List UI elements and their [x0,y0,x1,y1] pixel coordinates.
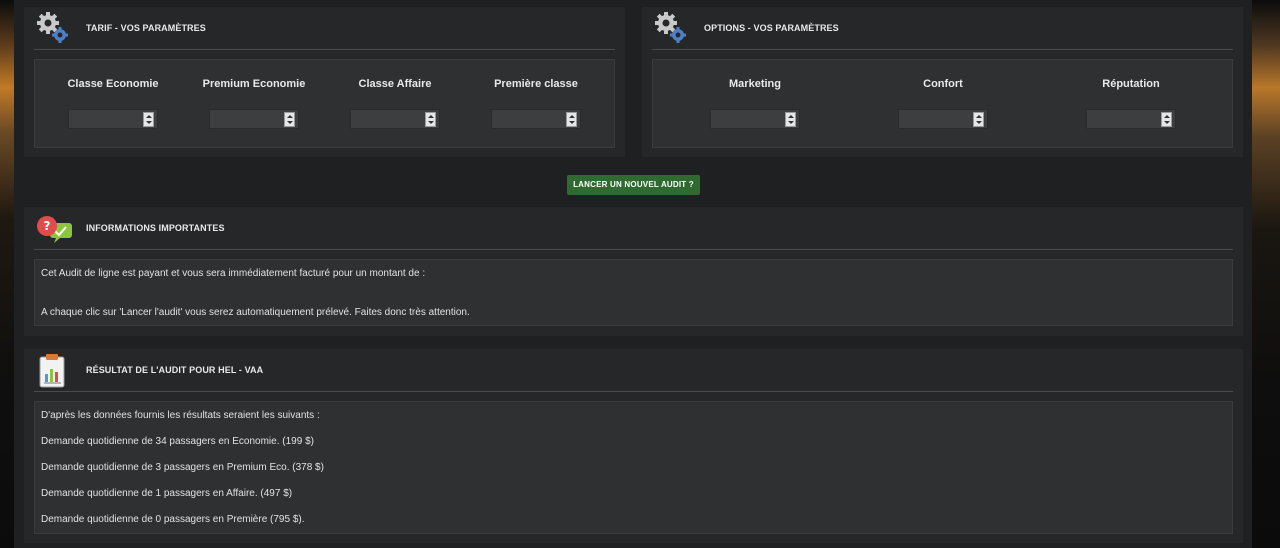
options-panel: OPTIONS - VOS PARAMÈTRES Marketing Confo… [642,7,1243,157]
result-intro: D'après les données fournis les résultat… [41,410,320,421]
spinner-arrows-icon[interactable] [143,112,154,127]
gears-icon [655,12,686,43]
price-economie-spinner[interactable] [68,109,158,129]
tarif-inner: Classe Economie Premium Economie Classe … [34,59,615,148]
background-right [1252,0,1280,548]
result-line: Demande quotidienne de 0 passagers en Pr… [41,514,305,525]
launch-audit-button[interactable]: LANCER UN NOUVEL AUDIT ? [567,175,700,195]
marketing-spinner[interactable] [710,109,800,129]
options-header: OPTIONS - VOS PARAMÈTRES [652,7,1233,50]
result-line: Demande quotidienne de 34 passagers en E… [41,436,314,447]
reputation-spinner[interactable] [1086,109,1176,129]
label-classe-affaire: Classe Affaire [358,78,432,90]
gears-icon [37,12,68,43]
price-affaire-spinner[interactable] [350,109,440,129]
price-premium-spinner[interactable] [209,109,299,129]
clipboard-chart-icon [39,354,65,388]
result-line: Demande quotidienne de 3 passagers en Pr… [41,462,324,473]
spinner-arrows-icon[interactable] [284,112,295,127]
tarif-title: TARIF - VOS PARAMÈTRES [86,23,206,33]
confort-spinner[interactable] [898,109,988,129]
spinner-arrows-icon[interactable] [785,112,796,127]
result-header: RÉSULTAT DE L'AUDIT POUR HEL - VAA [34,349,1233,392]
spinner-arrows-icon[interactable] [425,112,436,127]
svg-text:?: ? [44,219,51,233]
background-left [0,0,14,548]
options-inner: Marketing Confort Réputation [652,59,1233,148]
label-reputation: Réputation [1102,78,1160,90]
label-marketing: Marketing [729,78,781,90]
info-line-1: Cet Audit de ligne est payant et vous se… [41,268,426,279]
label-premiere-classe: Première classe [494,78,578,90]
tarif-panel: TARIF - VOS PARAMÈTRES Classe Economie P… [24,7,625,157]
price-premiere-spinner[interactable] [491,109,581,129]
result-line: Demande quotidienne de 1 passagers en Af… [41,488,293,499]
info-line-2: A chaque clic sur 'Lancer l'audit' vous … [41,307,470,318]
result-title: RÉSULTAT DE L'AUDIT POUR HEL - VAA [86,365,264,375]
help-chat-icon: ? [37,216,72,243]
info-title: INFORMATIONS IMPORTANTES [86,223,225,233]
spinner-arrows-icon[interactable] [1161,112,1172,127]
info-header: ? INFORMATIONS IMPORTANTES [34,207,1233,250]
tarif-header: TARIF - VOS PARAMÈTRES [34,7,615,50]
spinner-arrows-icon[interactable] [973,112,984,127]
label-classe-economie: Classe Economie [67,78,159,90]
spinner-arrows-icon[interactable] [566,112,577,127]
label-confort: Confort [923,78,963,90]
options-title: OPTIONS - VOS PARAMÈTRES [704,23,839,33]
label-premium-economie: Premium Economie [202,78,306,90]
